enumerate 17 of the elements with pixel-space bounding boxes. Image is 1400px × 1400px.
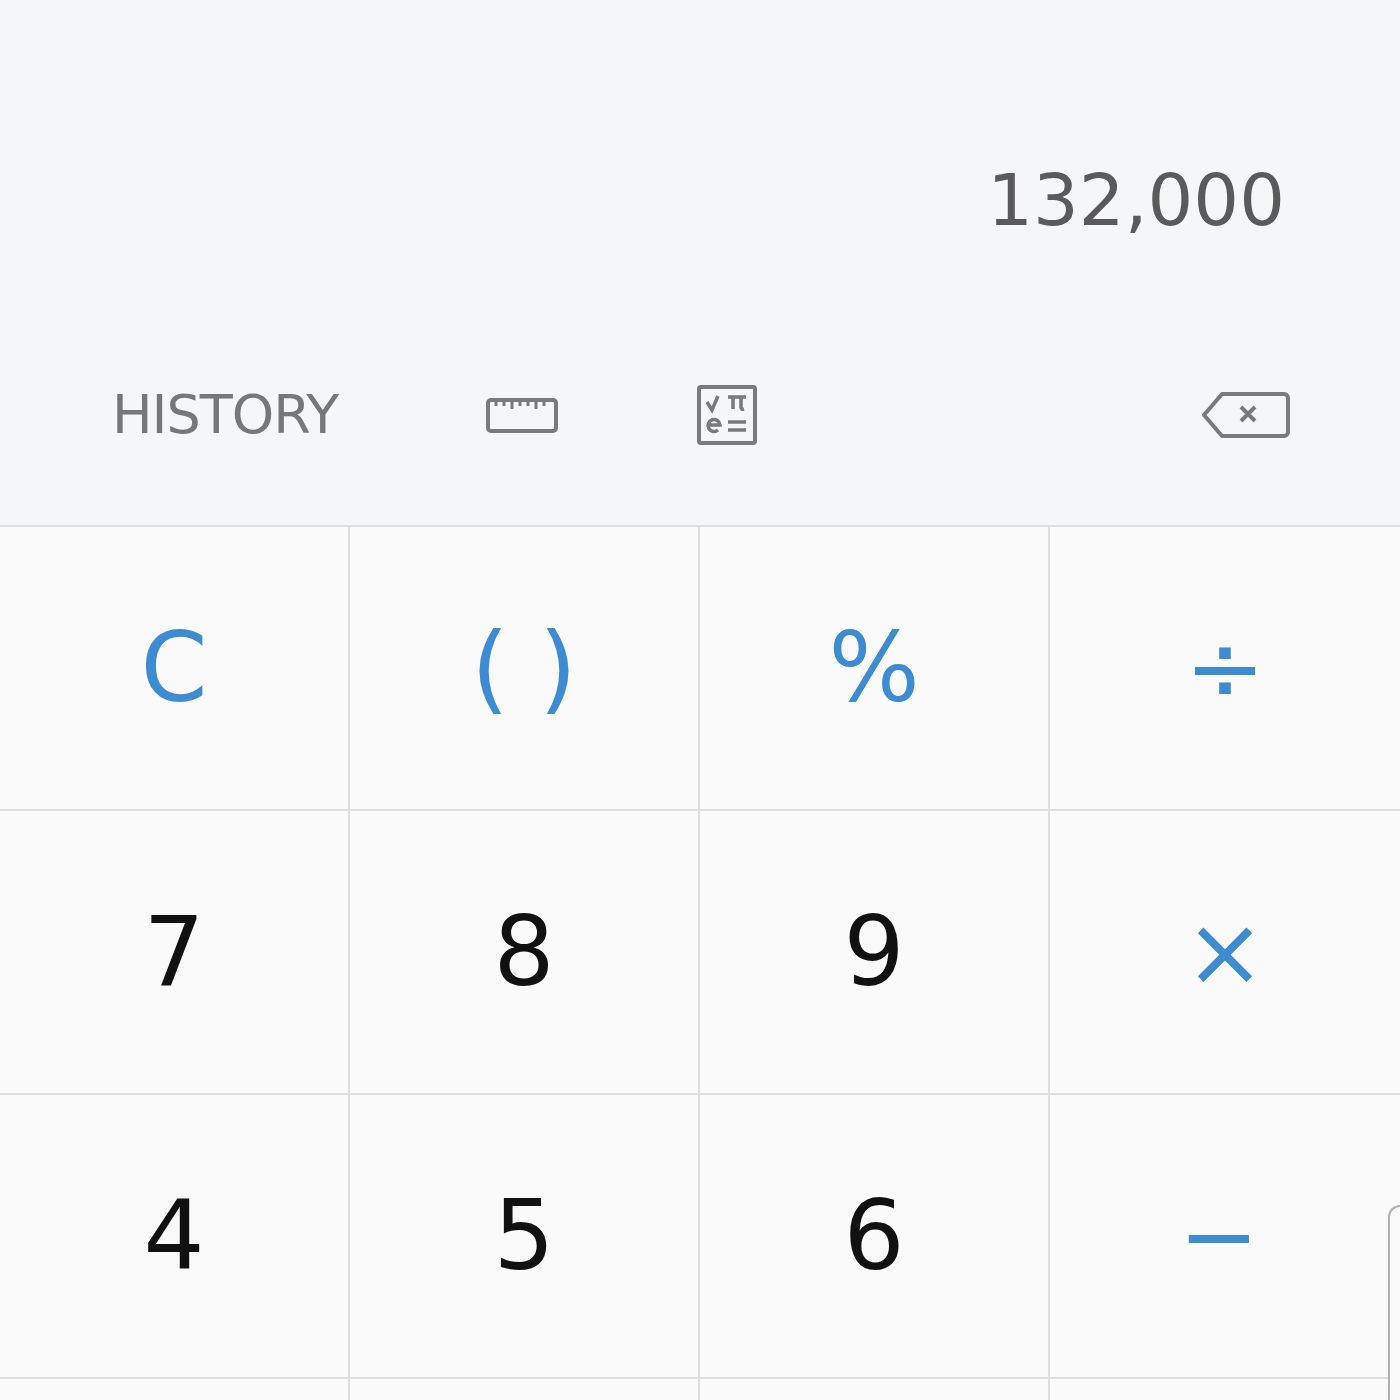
digit-key[interactable]: 6	[700, 1095, 1050, 1379]
side-panel-handle[interactable]	[1388, 1205, 1400, 1400]
digit-key[interactable]: 8	[350, 811, 700, 1095]
history-button[interactable]: HISTORY	[112, 388, 339, 442]
operator-key[interactable]: C	[0, 527, 350, 811]
operator-key[interactable]: %	[700, 527, 1050, 811]
operator-key[interactable]: ( )	[350, 527, 700, 811]
digit-key[interactable]: 9	[700, 811, 1050, 1095]
ruler-icon[interactable]	[486, 397, 558, 433]
display-value: 132,000	[987, 164, 1285, 236]
digit-key[interactable]: 7	[0, 811, 350, 1095]
backspace-icon[interactable]	[1202, 391, 1290, 439]
operator-key[interactable]: ×	[1050, 811, 1400, 1095]
scientific-icon[interactable]	[697, 385, 757, 445]
operator-key[interactable]: ÷	[1050, 527, 1400, 811]
digit-key[interactable]: 4	[0, 1095, 350, 1379]
digit-key[interactable]: 5	[350, 1095, 700, 1379]
